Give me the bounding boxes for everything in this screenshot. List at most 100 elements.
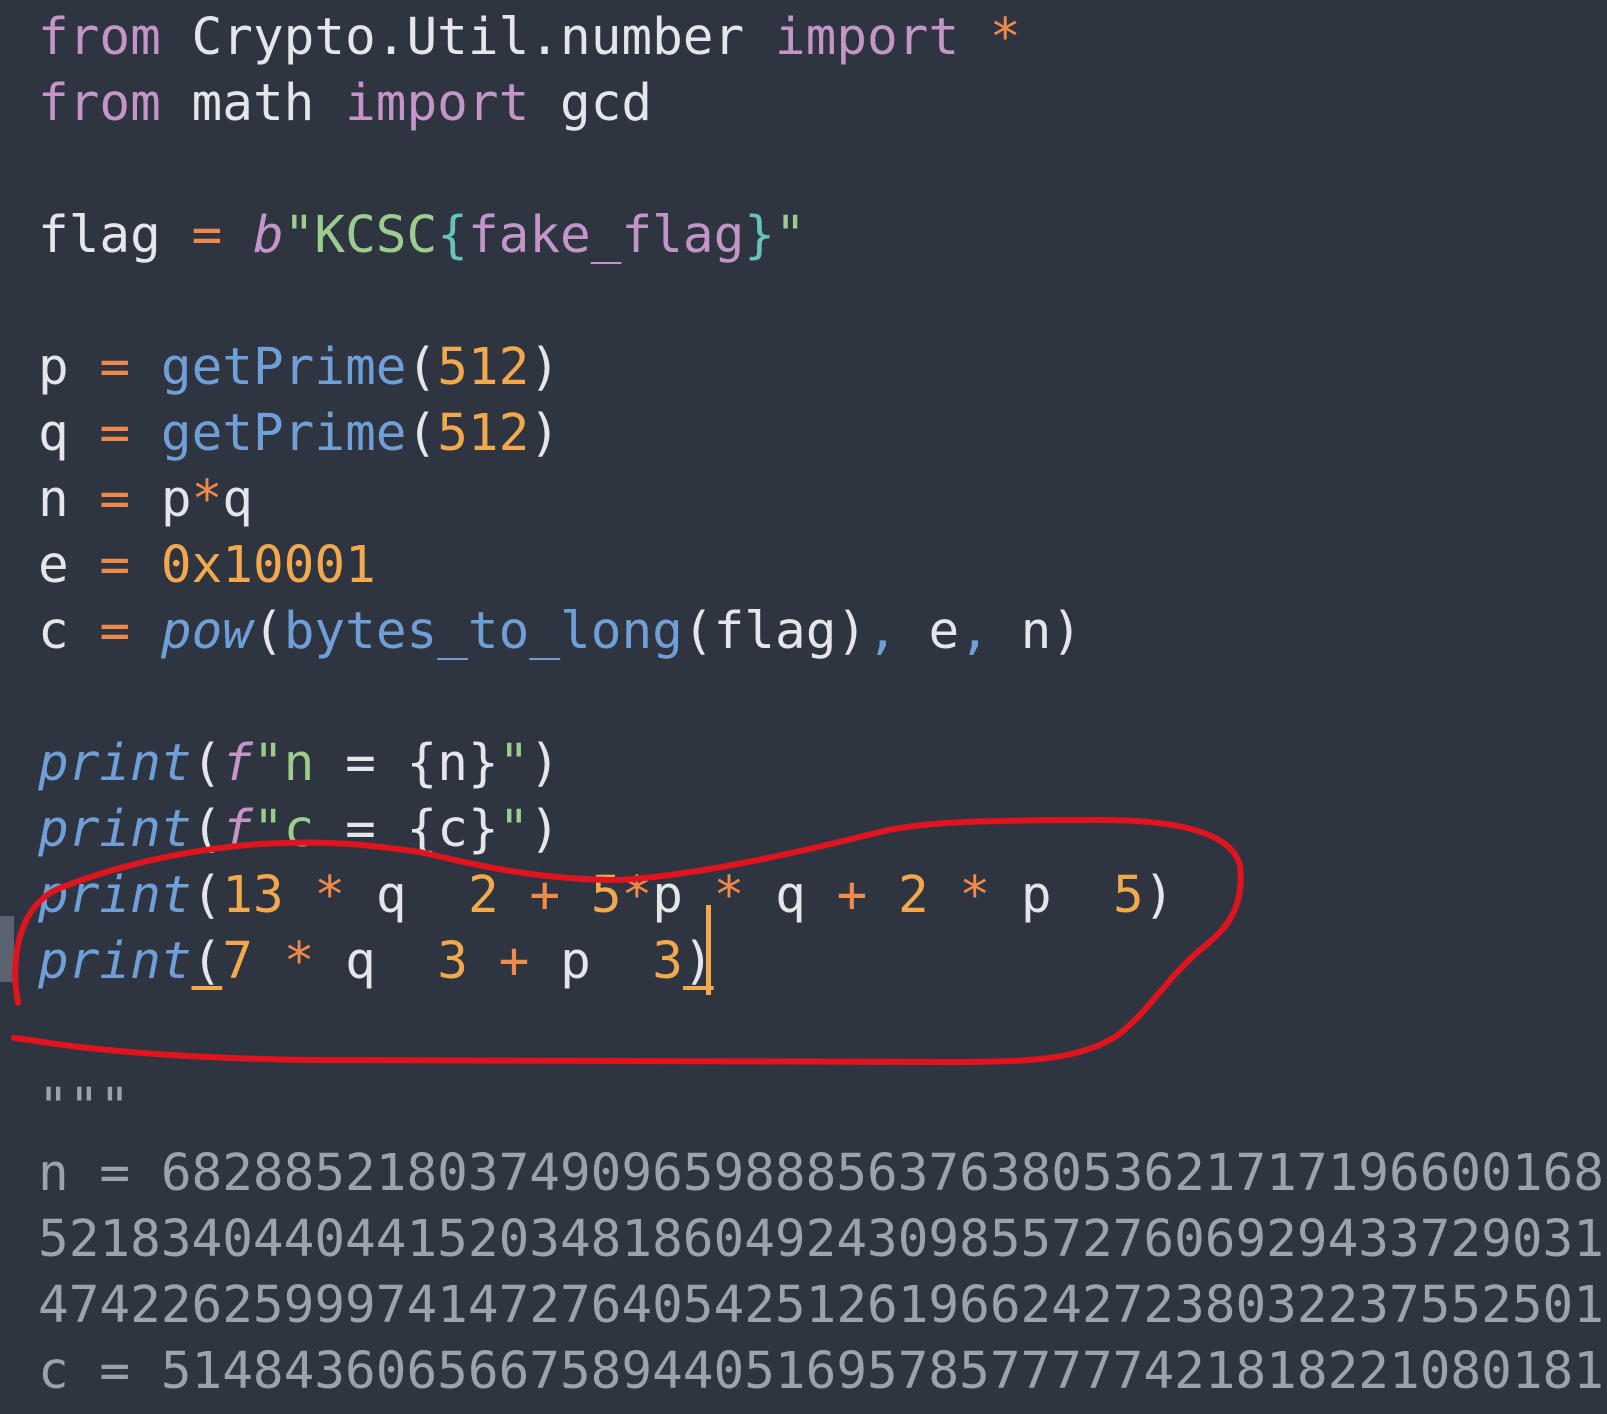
code-line[interactable]: 5218340440441520348186049243098557276069… [38, 1207, 1604, 1273]
code-token: p [990, 866, 1113, 925]
code-line[interactable]: n = 682885218037490965988856376380536217… [38, 1141, 1607, 1207]
code-token: p [38, 338, 100, 397]
code-line[interactable]: print(f"c = {c}") [38, 797, 560, 863]
code-token: ( [191, 800, 223, 859]
code-token: * [989, 8, 1021, 67]
code-token: getPrime [160, 404, 407, 463]
code-token: * [713, 866, 745, 925]
code-token: ) [529, 734, 561, 793]
code-token: " [775, 206, 806, 265]
code-editor[interactable]: from Crypto.Util.number import * from mat… [0, 0, 1607, 1414]
code-token: " [498, 734, 530, 793]
code-token: from [38, 8, 161, 67]
code-token: {n} [406, 734, 499, 793]
code-token: e [38, 536, 100, 595]
code-line[interactable]: c = 514843606566758944051695785777774218… [38, 1339, 1607, 1405]
code-token: = [191, 206, 223, 265]
code-token: c = 514843606566758944051695785777774218… [38, 1342, 1607, 1401]
code-token: print [38, 800, 192, 859]
code-token: ) [529, 338, 561, 397]
code-token: 0x10001 [160, 536, 376, 595]
code-line[interactable]: flag = b"KCSC{fake_flag}" [38, 203, 806, 269]
code-token: "KCSC [283, 206, 438, 265]
code-token: Crypto.Util.number [160, 8, 775, 67]
code-token: * [621, 866, 653, 925]
code-token: pow [160, 602, 253, 661]
code-token: q [38, 404, 100, 463]
code-token: = [99, 536, 131, 595]
code-line[interactable]: """ [38, 1075, 130, 1141]
code-line[interactable]: print(f"n = {n}") [38, 731, 560, 797]
code-token: 5 [1112, 866, 1144, 925]
code-token: e [897, 602, 960, 661]
code-token: n = 682885218037490965988856376380536217… [38, 1144, 1607, 1203]
code-token: q [345, 866, 468, 925]
code-line[interactable]: c = pow(bytes_to_long(flag), e, n) [38, 599, 1082, 665]
code-token: , [959, 602, 990, 661]
code-token: p [652, 866, 714, 925]
code-token: = [99, 470, 131, 529]
code-token: b [252, 206, 284, 265]
code-token: , [867, 602, 898, 661]
code-token: 13 [222, 866, 284, 925]
code-token: 512 [437, 338, 530, 397]
code-token: p [130, 470, 192, 529]
code-token: q [222, 470, 253, 529]
code-token: ( [191, 866, 223, 925]
code-token: ( [406, 338, 438, 397]
code-line[interactable]: e = 0x10001 [38, 533, 376, 599]
code-token: bytes_to_long [283, 602, 683, 661]
code-line[interactable]: n = p*q [38, 467, 253, 533]
code-token: 7 [222, 932, 253, 991]
code-token: "n [252, 734, 346, 793]
code-token: { [437, 206, 468, 265]
code-line[interactable]: 4742262599974147276405425126196624272380… [38, 1273, 1604, 1339]
code-token: ( [252, 602, 284, 661]
code-token: " [498, 800, 530, 859]
code-token: = [345, 800, 376, 859]
code-token: print [38, 734, 192, 793]
code-line[interactable]: print(13 * q 2 + 5*p * q + 2 * p 5) [38, 863, 1174, 929]
code-token: * [959, 866, 991, 925]
code-token: from [38, 74, 161, 133]
code-line[interactable]: from math import gcd [38, 71, 652, 137]
code-token: ) [529, 404, 561, 463]
code-token: = [99, 404, 131, 463]
code-token: n [38, 470, 100, 529]
code-token: import [774, 8, 960, 67]
code-token: c [38, 602, 100, 661]
code-token: + [498, 932, 530, 991]
code-token: "c [252, 800, 346, 859]
code-token: f [222, 734, 253, 793]
code-line[interactable]: from Crypto.Util.number import * [38, 5, 1021, 71]
code-line[interactable]: p = getPrime(512) [38, 335, 560, 401]
code-token: f [222, 800, 253, 859]
code-token: ) [1143, 866, 1175, 925]
code-token: * [191, 470, 223, 529]
code-token: * [283, 932, 315, 991]
code-line[interactable]: q = getPrime(512) [38, 401, 560, 467]
code-token: + [529, 866, 561, 925]
code-line[interactable]: print(7 * q 3 + p 3) [38, 929, 714, 995]
code-token: gcd [529, 74, 653, 133]
code-token: {c} [406, 800, 499, 859]
code-token: } [744, 206, 775, 265]
code-token: 3 [437, 932, 468, 991]
code-token: * [314, 866, 346, 925]
text-cursor [706, 905, 711, 995]
code-token: = [345, 734, 376, 793]
code-token: n) [989, 602, 1083, 661]
code-token: 2 [897, 866, 929, 925]
code-token: fake_flag [467, 206, 745, 265]
